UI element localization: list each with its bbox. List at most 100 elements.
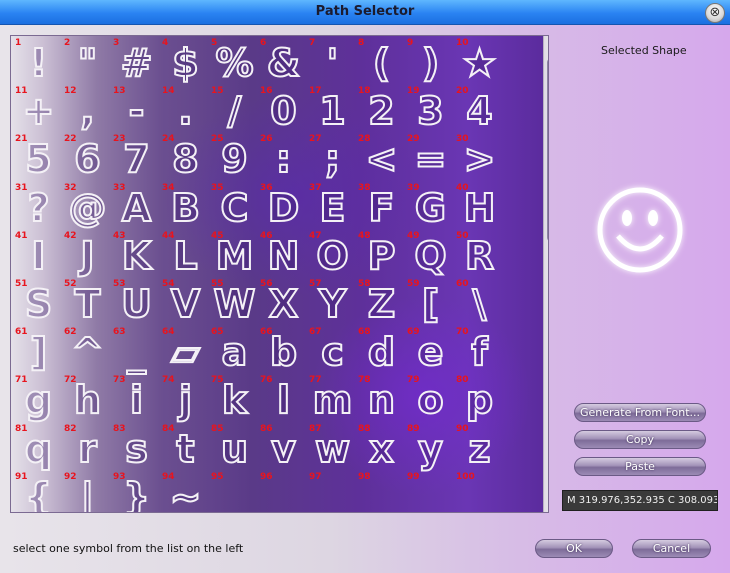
symbol-cell[interactable]: 97 — [308, 472, 357, 512]
symbol-cell[interactable]: 98 — [357, 472, 406, 512]
symbol-cell[interactable]: 70 f — [455, 327, 504, 375]
symbol-cell[interactable]: 51 S — [14, 279, 63, 327]
symbol-cell[interactable]: 81 q — [14, 424, 63, 472]
symbol-cell[interactable]: 49 Q — [406, 231, 455, 279]
symbol-cell[interactable]: 38 F — [357, 183, 406, 231]
symbol-cell[interactable]: 50 R — [455, 231, 504, 279]
symbol-cell[interactable]: 40 H — [455, 183, 504, 231]
symbol-cell[interactable]: 96 — [259, 472, 308, 512]
symbol-cell[interactable]: 11 + — [14, 86, 63, 134]
symbol-cell[interactable]: 16 0 — [259, 86, 308, 134]
symbol-cell[interactable]: 88 x — [357, 424, 406, 472]
symbol-cell[interactable]: 22 6 — [63, 134, 112, 182]
symbol-cell[interactable]: 20 4 — [455, 86, 504, 134]
symbol-cell[interactable]: 44 L — [161, 231, 210, 279]
symbol-cell[interactable]: 93} — [112, 472, 161, 512]
symbol-cell[interactable]: 92 | — [63, 472, 112, 512]
symbol-cell[interactable]: 45 M — [210, 231, 259, 279]
symbol-cell[interactable]: 52 T — [63, 279, 112, 327]
symbol-cell[interactable]: 8( — [357, 38, 406, 86]
symbol-cell[interactable]: 58 Z — [357, 279, 406, 327]
paste-button[interactable]: Paste — [574, 457, 706, 476]
symbol-cell[interactable]: 46 N — [259, 231, 308, 279]
symbol-cell[interactable]: 85 u — [210, 424, 259, 472]
symbol-cell[interactable]: 80 p — [455, 375, 504, 423]
symbol-cell[interactable]: 34 B — [161, 183, 210, 231]
symbol-cell[interactable]: 9) — [406, 38, 455, 86]
symbol-cell[interactable]: 32 @ — [63, 183, 112, 231]
symbol-cell[interactable]: 4 $ — [161, 38, 210, 86]
symbol-cell[interactable]: 24 8 — [161, 134, 210, 182]
symbol-cell[interactable]: 7 ' — [308, 38, 357, 86]
symbol-cell[interactable]: 37 E — [308, 183, 357, 231]
symbol-cell[interactable]: 95 — [210, 472, 259, 512]
symbol-cell[interactable]: 87 w — [308, 424, 357, 472]
symbol-cell[interactable]: 2 " — [63, 38, 112, 86]
symbol-cell[interactable]: 94 ~ — [161, 472, 210, 512]
symbol-cell[interactable]: 99 — [406, 472, 455, 512]
generate-from-font-button[interactable]: Generate From Font... — [574, 403, 706, 422]
symbol-cell[interactable]: 68 d — [357, 327, 406, 375]
symbol-cell[interactable]: 71 g — [14, 375, 63, 423]
symbol-cell[interactable]: 47 O — [308, 231, 357, 279]
symbol-cell[interactable]: 5% — [210, 38, 259, 86]
symbol-cell[interactable]: 57 Y — [308, 279, 357, 327]
symbol-cell[interactable]: 21 5 — [14, 134, 63, 182]
symbol-cell[interactable]: 77 m — [308, 375, 357, 423]
symbol-cell[interactable]: 33 A — [112, 183, 161, 231]
symbol-cell[interactable]: 59[ — [406, 279, 455, 327]
symbol-cell[interactable]: 84 t — [161, 424, 210, 472]
symbol-cell[interactable]: 56 X — [259, 279, 308, 327]
symbol-cell[interactable]: 89 y — [406, 424, 455, 472]
symbol-cell[interactable]: 63 _ — [112, 327, 161, 375]
path-data-field[interactable]: M 319.976,352.935 C 308.093 — [562, 490, 718, 511]
symbol-cell[interactable]: 31? — [14, 183, 63, 231]
symbol-cell[interactable]: 69 e — [406, 327, 455, 375]
symbol-cell[interactable]: 39 G — [406, 183, 455, 231]
symbol-cell[interactable]: 35 C — [210, 183, 259, 231]
scroll-up-icon[interactable]: ▲ — [544, 36, 548, 48]
symbol-cell[interactable]: 23 7 — [112, 134, 161, 182]
symbol-cell[interactable]: 48 P — [357, 231, 406, 279]
symbol-cell[interactable]: 30 > — [455, 134, 504, 182]
symbol-list[interactable]: 1! 2 " 3 #4 $5% 6 & 7 ' 8(9) 10 ★ 11 +12, 13-14. 15/16 0 1… — [10, 35, 549, 513]
symbol-cell[interactable]: 74 j — [161, 375, 210, 423]
scroll-down-icon[interactable]: ▼ — [544, 500, 548, 512]
symbol-cell[interactable]: 36 D — [259, 183, 308, 231]
symbol-cell[interactable]: 17 1 — [308, 86, 357, 134]
symbol-cell[interactable]: 90 z — [455, 424, 504, 472]
symbol-cell[interactable]: 1! — [14, 38, 63, 86]
symbol-cell[interactable]: 55 W — [210, 279, 259, 327]
symbol-cell[interactable]: 61] — [14, 327, 63, 375]
symbol-cell[interactable]: 3 # — [112, 38, 161, 86]
symbol-cell[interactable]: 15/ — [210, 86, 259, 134]
symbol-cell[interactable]: 14. — [161, 86, 210, 134]
symbol-cell[interactable]: 43 K — [112, 231, 161, 279]
close-icon[interactable]: ⊗ — [705, 3, 725, 23]
symbol-cell[interactable]: 13- — [112, 86, 161, 134]
symbol-cell[interactable]: 66 b — [259, 327, 308, 375]
symbol-cell[interactable]: 64 ▱ — [161, 327, 210, 375]
symbol-cell[interactable]: 19 3 — [406, 86, 455, 134]
symbol-cell[interactable]: 75 k — [210, 375, 259, 423]
symbol-cell[interactable]: 100 — [455, 472, 504, 512]
symbol-cell[interactable]: 86 v — [259, 424, 308, 472]
symbol-cell[interactable]: 83 s — [112, 424, 161, 472]
symbol-cell[interactable]: 65 a — [210, 327, 259, 375]
symbol-cell[interactable]: 25 9 — [210, 134, 259, 182]
symbol-cell[interactable]: 62 ^ — [63, 327, 112, 375]
symbol-cell[interactable]: 10 ★ — [455, 38, 504, 86]
symbol-cell[interactable]: 28 < — [357, 134, 406, 182]
symbol-cell[interactable]: 82 r — [63, 424, 112, 472]
scrollbar-thumb[interactable] — [547, 58, 548, 242]
symbol-cell[interactable]: 42 J — [63, 231, 112, 279]
symbol-cell[interactable]: 73 i — [112, 375, 161, 423]
ok-button[interactable]: OK — [535, 539, 613, 558]
symbol-cell[interactable]: 72 h — [63, 375, 112, 423]
symbol-cell[interactable]: 29 = — [406, 134, 455, 182]
symbol-cell[interactable]: 76 l — [259, 375, 308, 423]
symbol-cell[interactable]: 6 & — [259, 38, 308, 86]
symbol-cell[interactable]: 27; — [308, 134, 357, 182]
symbol-cell[interactable]: 91{ — [14, 472, 63, 512]
symbol-cell[interactable]: 12, — [63, 86, 112, 134]
